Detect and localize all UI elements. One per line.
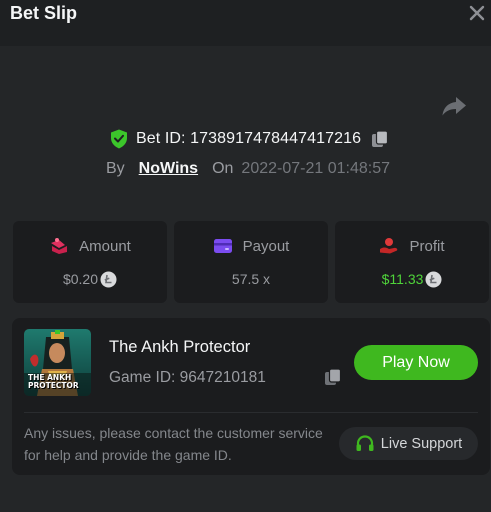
profit-card: Profit $11.33 bbox=[335, 221, 489, 303]
payout-card: Payout 57.5 x bbox=[174, 221, 328, 303]
wallet-icon bbox=[51, 238, 68, 254]
play-now-button[interactable]: Play Now bbox=[354, 345, 478, 380]
amount-label: Amount bbox=[79, 237, 131, 255]
copy-icon[interactable] bbox=[324, 368, 342, 386]
shield-check-icon bbox=[111, 129, 127, 149]
bet-id: Bet ID: 1738917478447417216 bbox=[136, 130, 362, 147]
help-text: Any issues, please contact the customer … bbox=[24, 425, 323, 463]
close-icon[interactable] bbox=[469, 5, 485, 21]
amount-card: Amount $0.20 bbox=[13, 221, 167, 303]
divider bbox=[24, 412, 478, 413]
card-icon bbox=[213, 239, 232, 253]
litecoin-icon bbox=[100, 271, 117, 287]
page-title: Bet Slip bbox=[10, 3, 78, 23]
copy-icon[interactable] bbox=[371, 130, 389, 148]
payout-label: Payout bbox=[242, 237, 290, 255]
profit-label: Profit bbox=[409, 237, 445, 255]
share-icon[interactable] bbox=[441, 96, 467, 116]
bet-slip-header: Bet Slip bbox=[0, 0, 491, 46]
game-id: Game ID: 9647210181 bbox=[109, 369, 266, 386]
bet-id-row: Bet ID: 1738917478447417216 bbox=[110, 128, 389, 150]
payout-value: 57.5 x bbox=[231, 271, 271, 287]
live-support-button[interactable]: Live Support bbox=[339, 427, 478, 460]
game-name: The Ankh Protector bbox=[109, 338, 251, 356]
hand-coin-icon bbox=[380, 238, 398, 254]
bet-datetime: 2022-07-21 01:48:57 bbox=[241, 160, 390, 177]
amount-value: $0.20 bbox=[62, 271, 99, 287]
username-link[interactable]: NoWins bbox=[139, 160, 198, 178]
on-label: On bbox=[212, 160, 234, 177]
live-support-label: Live Support bbox=[380, 435, 463, 452]
bet-author-row: By NoWins On 2022-07-21 01:48:57 bbox=[106, 158, 390, 180]
profit-value: $11.33 bbox=[381, 271, 424, 287]
game-thumbnail[interactable]: THE ANKH PROTECTOR bbox=[24, 329, 91, 396]
litecoin-icon bbox=[425, 271, 442, 287]
by-label: By bbox=[106, 160, 125, 177]
headset-icon bbox=[356, 434, 374, 451]
game-card: THE ANKH PROTECTOR The Ankh Protector Ga… bbox=[12, 318, 490, 475]
game-thumbnail-title: THE ANKH PROTECTOR bbox=[28, 373, 79, 390]
